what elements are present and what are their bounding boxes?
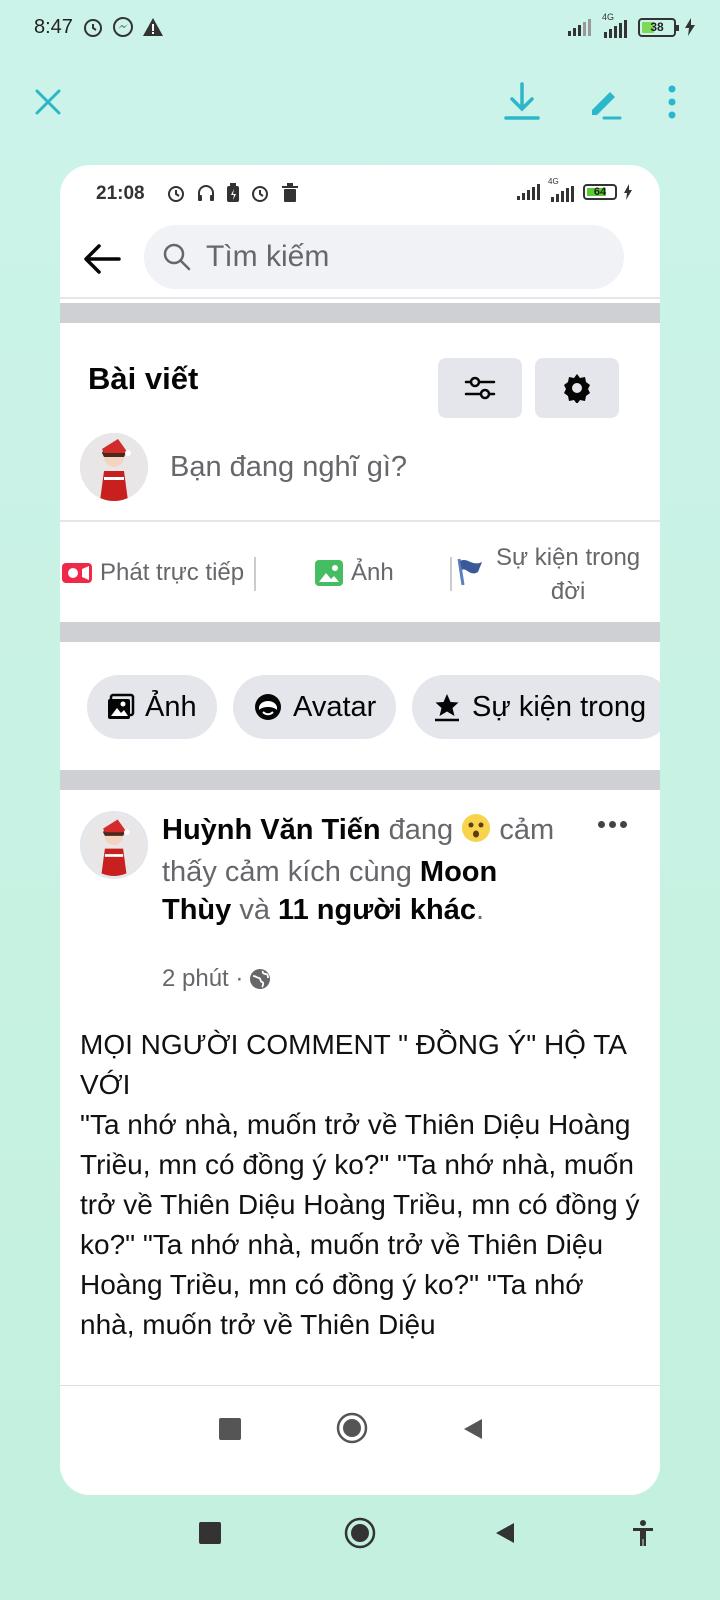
alarm-icon: [84, 19, 102, 37]
section-gap: [60, 770, 660, 790]
search-icon: [163, 243, 191, 271]
signal-icon: [517, 184, 540, 200]
more-vertical-icon: [668, 85, 676, 119]
charging-icon: [624, 184, 632, 200]
home-circle-icon: [336, 1412, 368, 1444]
back-nav-button[interactable]: [490, 1518, 520, 1548]
post-header: Huỳnh Văn Tiến đang cảm thấy cảm kích cù…: [162, 813, 555, 926]
live-video-icon: [62, 563, 92, 583]
edit-icon: [592, 92, 622, 120]
user-avatar[interactable]: [80, 433, 148, 501]
photo-icon: [315, 560, 343, 586]
avatar-chip[interactable]: Avatar: [233, 675, 397, 739]
home-button[interactable]: [342, 1515, 378, 1551]
more-dot-icon: [597, 820, 605, 828]
download-icon: [504, 82, 540, 120]
accessibility-icon: [633, 1520, 653, 1546]
conjunction: và: [239, 894, 270, 926]
divider: [60, 520, 660, 522]
search-header: Tìm kiếm: [60, 225, 660, 297]
tagged-others[interactable]: 11 người khác: [278, 894, 476, 926]
globe-icon: [250, 969, 271, 989]
recents-button[interactable]: [215, 1414, 245, 1444]
battery-indicator: 38: [638, 17, 679, 37]
photo-chip[interactable]: Ảnh: [87, 675, 217, 739]
settings-button[interactable]: [535, 358, 619, 418]
photo-chip-label: Ảnh: [145, 690, 197, 723]
gear-icon: [564, 374, 590, 403]
signal-icon: [568, 19, 591, 36]
life-event-label-line2: đời: [550, 578, 586, 605]
download-button[interactable]: [500, 80, 544, 124]
inner-status-time: 21:08: [96, 183, 145, 204]
back-nav-button[interactable]: [458, 1414, 488, 1444]
more-options-button[interactable]: [650, 80, 694, 124]
divider: [60, 297, 660, 299]
signal-4g-icon: 4G: [600, 12, 630, 38]
status-time: 8:47: [34, 16, 73, 38]
life-event-chip[interactable]: Sự kiện trong: [412, 675, 660, 739]
close-icon: [35, 89, 61, 115]
separator: [450, 557, 452, 591]
post-meta: 2 phút ·: [162, 965, 271, 993]
inner-navigation-bar: [60, 1385, 660, 1495]
messenger-icon: [113, 17, 133, 37]
post-time[interactable]: 2 phút ·: [162, 965, 243, 993]
post-more-button[interactable]: [592, 809, 632, 839]
search-placeholder: Tìm kiếm: [206, 240, 330, 273]
life-event-action[interactable]: Sự kiện trong đời: [456, 541, 640, 609]
section-title: Bài viết: [88, 361, 199, 396]
section-gap: [60, 622, 660, 642]
square-icon: [219, 1418, 241, 1440]
post-body: MỌI NGƯỜI COMMENT " ĐỒNG Ý" HỘ TA VỚI "T…: [80, 1029, 640, 1340]
signal-4g-icon: 4G: [547, 177, 577, 202]
recents-button[interactable]: [195, 1518, 225, 1548]
inner-status-bar: 21:08 4G 64: [60, 165, 660, 221]
warning-icon: [143, 18, 163, 36]
composer-actions: Phát trực tiếp Ảnh Sự kiện trong đời: [60, 535, 660, 625]
status-bar: 8:47 4G 38: [0, 0, 720, 58]
close-button[interactable]: [26, 80, 70, 124]
life-event-chip-label: Sự kiện trong: [472, 690, 647, 723]
screenshot-preview: 21:08 4G 64 Tìm kiếm Bài viết Bạn đang n…: [60, 165, 660, 1495]
post-author[interactable]: Huỳnh Văn Tiến: [162, 814, 381, 846]
post-author-avatar[interactable]: [80, 811, 148, 879]
back-triangle-icon: [464, 1419, 482, 1439]
separator: [254, 557, 256, 591]
filter-button[interactable]: [438, 358, 522, 418]
edit-button[interactable]: [582, 80, 626, 124]
back-button[interactable]: [80, 237, 124, 281]
star-icon: [435, 694, 459, 722]
charging-icon: [685, 18, 695, 36]
home-button[interactable]: [334, 1410, 370, 1446]
navigation-bar: [0, 1505, 720, 1600]
trash-icon: [282, 183, 298, 202]
live-video-action[interactable]: Phát trực tiếp: [62, 559, 244, 587]
photo-icon: [108, 693, 135, 719]
avatar-icon: [255, 694, 281, 720]
life-event-label-line1: Sự kiện trong: [496, 544, 641, 571]
square-icon: [199, 1522, 221, 1544]
flag-icon: [457, 558, 482, 586]
alarm-icon: [252, 186, 268, 202]
alarm-icon: [168, 186, 184, 202]
photo-action[interactable]: Ảnh: [315, 559, 394, 587]
back-triangle-icon: [496, 1523, 514, 1543]
home-circle-icon: [344, 1517, 376, 1549]
photo-label: Ảnh: [351, 559, 394, 586]
avatar-chip-label: Avatar: [293, 690, 377, 723]
feeling-prefix: đang: [388, 814, 454, 846]
search-input[interactable]: Tìm kiếm: [144, 225, 624, 289]
back-arrow-icon: [84, 244, 121, 274]
filter-sliders-icon: [464, 376, 496, 400]
battery-saver-icon: [227, 183, 239, 202]
live-video-label: Phát trực tiếp: [100, 559, 245, 586]
accessibility-button[interactable]: [628, 1516, 658, 1550]
inner-battery-indicator: 64: [583, 184, 617, 200]
feeling-emoji-icon: [461, 813, 491, 853]
section-gap: [60, 303, 660, 323]
composer-input[interactable]: Bạn đang nghĩ gì?: [170, 451, 407, 484]
headphones-icon: [198, 185, 214, 201]
